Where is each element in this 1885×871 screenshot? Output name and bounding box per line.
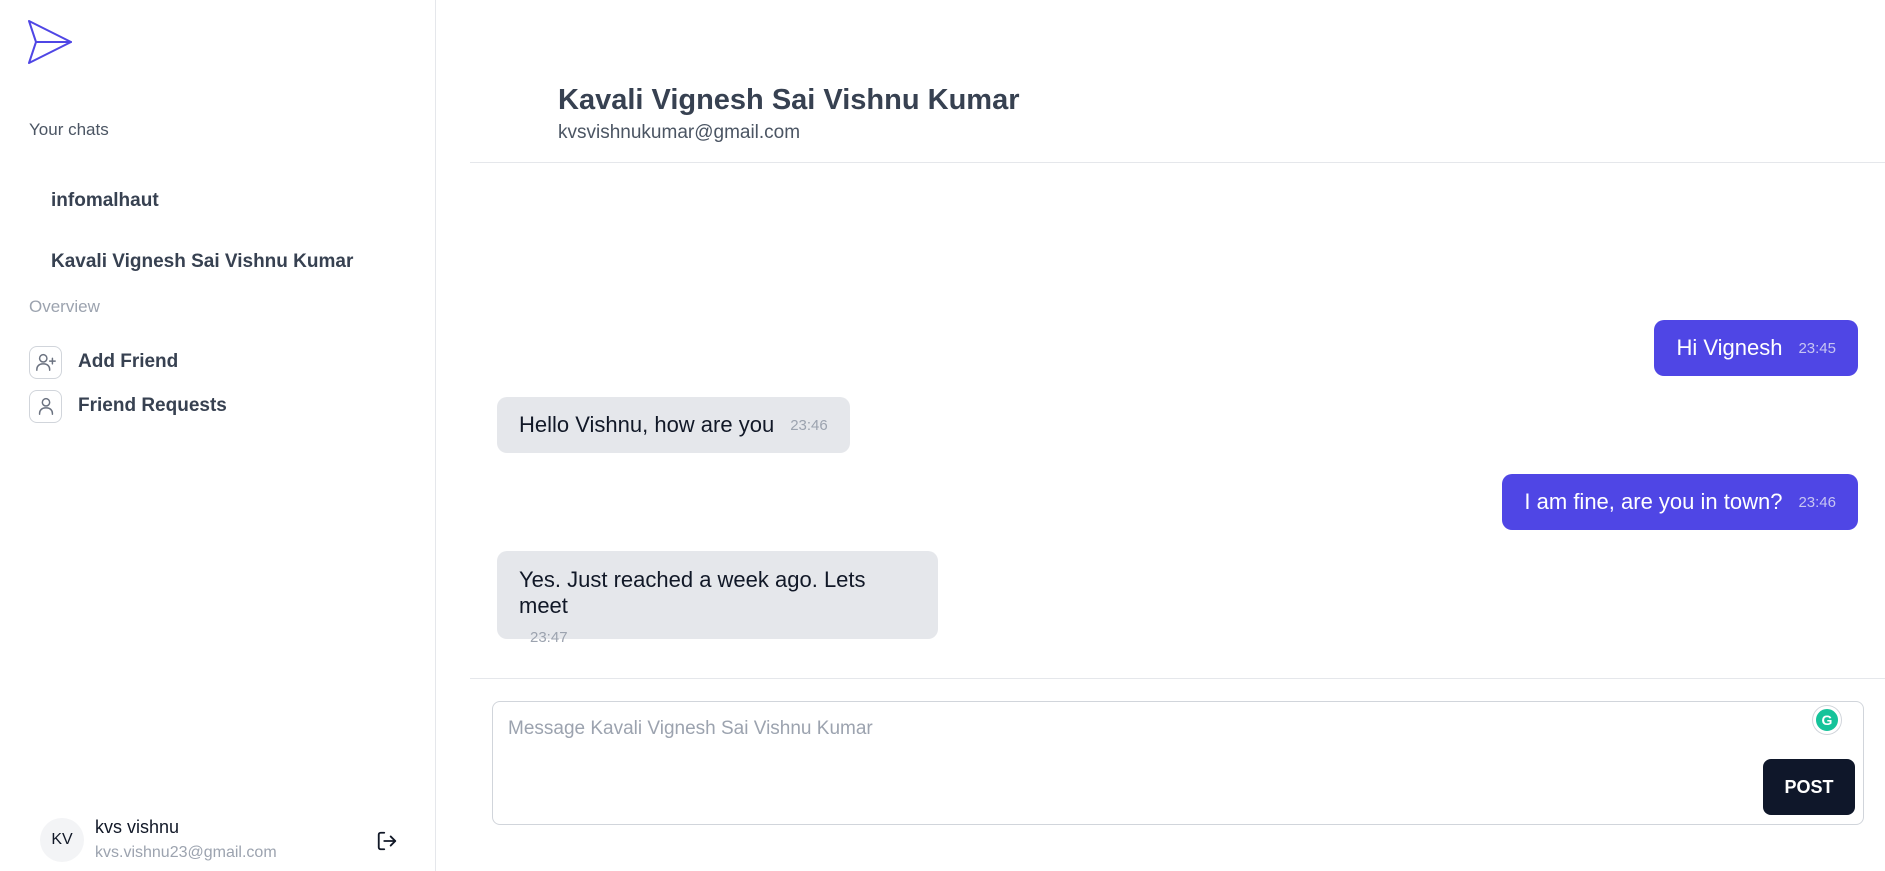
- grammarly-icon[interactable]: G: [1813, 706, 1841, 734]
- message-input[interactable]: [508, 714, 1688, 744]
- message-bubble-sent: I am fine, are you in town? 23:46: [1502, 474, 1858, 530]
- message-text: Yes. Just reached a week ago. Lets meet: [519, 567, 866, 618]
- post-button[interactable]: POST: [1763, 759, 1855, 815]
- message-composer: G POST: [492, 701, 1864, 825]
- friend-requests-link[interactable]: Friend Requests: [29, 389, 227, 423]
- message-text: I am fine, are you in town?: [1524, 489, 1783, 514]
- message-bubble-sent: Hi Vignesh 23:45: [1654, 320, 1858, 376]
- message-text: Hello Vishnu, how are you: [519, 412, 775, 437]
- your-chats-heading: Your chats: [29, 120, 109, 139]
- logout-icon[interactable]: [374, 828, 400, 854]
- message-bubble-received: Yes. Just reached a week ago. Lets meet …: [497, 551, 938, 646]
- user-plus-icon: [29, 345, 62, 379]
- message-time: 23:47: [530, 629, 568, 646]
- chat-header: Kavali Vignesh Sai Vishnu Kumar kvsvishn…: [470, 0, 1885, 163]
- sidebar: Your chats infomalhaut Kavali Vignesh Sa…: [0, 0, 436, 871]
- add-friend-label: Add Friend: [78, 351, 179, 372]
- avatar: KV: [40, 818, 84, 862]
- chat-item-infomalhaut[interactable]: infomalhaut: [29, 179, 409, 223]
- paper-plane-icon[interactable]: [26, 18, 74, 66]
- message-time: 23:46: [1798, 493, 1836, 511]
- user-info: kvs vishnu kvs.vishnu23@gmail.com: [95, 816, 277, 864]
- current-user: KV kvs vishnu kvs.vishnu23@gmail.com: [40, 815, 277, 865]
- overview-heading: Overview: [29, 297, 100, 316]
- message-time: 23:45: [1798, 339, 1836, 357]
- message-text: Hi Vignesh: [1676, 335, 1783, 360]
- message-list[interactable]: Hi Vignesh 23:45 Hello Vishnu, how are y…: [470, 164, 1885, 678]
- chat-partner-name: Kavali Vignesh Sai Vishnu Kumar: [558, 84, 1020, 116]
- user-icon: [29, 389, 62, 423]
- message-time: 23:46: [790, 416, 828, 434]
- user-email: kvs.vishnu23@gmail.com: [95, 844, 277, 861]
- chat-item-kavali-vignesh[interactable]: Kavali Vignesh Sai Vishnu Kumar: [29, 240, 409, 284]
- composer-divider: [470, 678, 1885, 679]
- user-name: kvs vishnu: [95, 817, 180, 837]
- chat-partner-email: kvsvishnukumar@gmail.com: [558, 122, 801, 143]
- message-bubble-received: Hello Vishnu, how are you 23:46: [497, 397, 850, 453]
- add-friend-link[interactable]: Add Friend: [29, 345, 178, 379]
- friend-requests-label: Friend Requests: [78, 395, 227, 416]
